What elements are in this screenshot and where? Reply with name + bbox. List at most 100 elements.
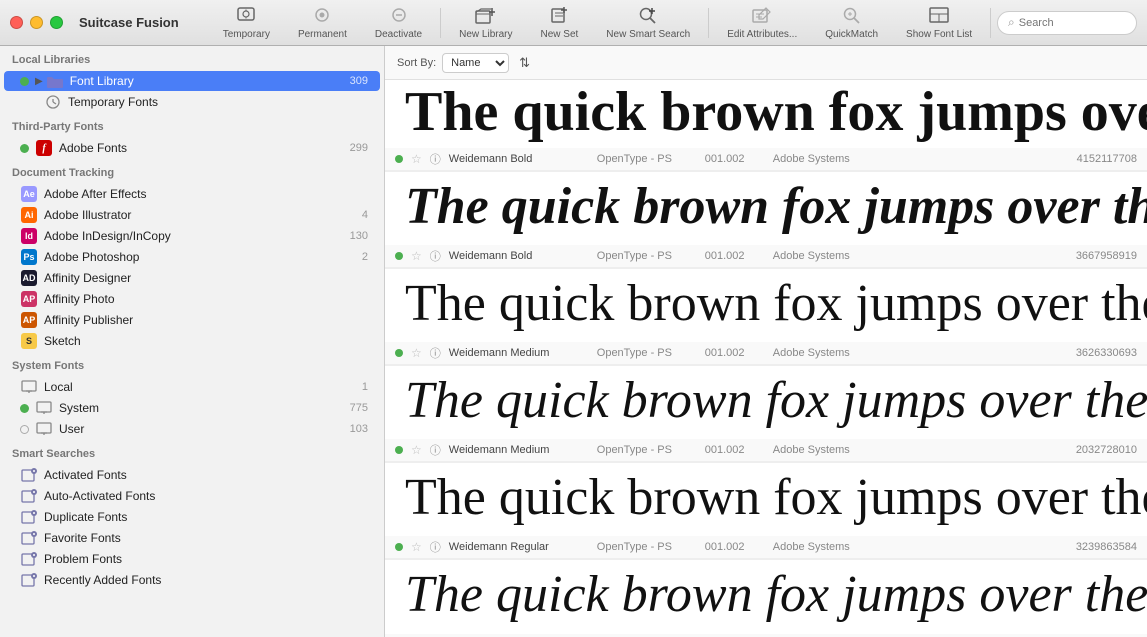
affinity-photo-label: Affinity Photo [44,292,368,306]
font-version-0: 001.002 [705,153,765,165]
local-monitor-icon [20,380,38,394]
font-id-1: 3667958919 [1076,250,1137,262]
title-bar: Suitcase Fusion Temporary Permanent Deac… [0,0,1147,46]
font-library-label: Font Library [70,74,346,88]
sidebar-item-adobe-fonts[interactable]: f Adobe Fonts 299 [4,138,380,158]
sidebar-item-after-effects[interactable]: Ae Adobe After Effects [4,184,380,204]
new-library-icon [475,6,497,27]
sort-order-button[interactable]: ⇅ [515,55,534,71]
sidebar-item-font-library[interactable]: ▶ Font Library 309 [4,71,380,91]
indesign-icon: Id [20,229,38,243]
activated-fonts-label: Activated Fonts [44,468,368,482]
search-input[interactable] [1019,17,1126,29]
affinity-designer-icon: AD [20,271,38,285]
font-status-dot-2 [395,349,403,357]
sidebar-item-affinity-photo[interactable]: AP Affinity Photo [4,289,380,309]
font-id-2: 3626330693 [1076,347,1137,359]
system-label: System [59,401,346,415]
illustrator-label: Adobe Illustrator [44,208,358,222]
sidebar-item-temporary-fonts[interactable]: Temporary Fonts [4,92,380,112]
user-dot-circle [20,425,29,434]
illustrator-icon: Ai [20,208,38,222]
app-title: Suitcase Fusion [79,15,179,30]
font-info-0[interactable]: ⓘ [430,151,441,167]
system-dot [20,404,29,413]
sidebar-item-problem-fonts[interactable]: Problem Fonts [4,549,380,569]
font-meta-row-2: ☆ ⓘ Weidemann Medium OpenType - PS 001.0… [385,342,1147,365]
sidebar-item-illustrator[interactable]: Ai Adobe Illustrator 4 [4,205,380,225]
font-status-dot-3 [395,446,403,454]
indesign-count: 130 [350,230,368,242]
font-star-2[interactable]: ☆ [411,346,422,360]
toolbar-new-set[interactable]: New Set [526,2,592,44]
font-star-4[interactable]: ☆ [411,540,422,554]
indesign-label: Adobe InDesign/InCopy [44,229,346,243]
sidebar-item-duplicate-fonts[interactable]: Duplicate Fonts [4,507,380,527]
toolbar-new-library-label: New Library [459,29,512,40]
font-type-2: OpenType - PS [597,347,697,359]
sidebar-item-activated-fonts[interactable]: Activated Fonts [4,465,380,485]
sort-select[interactable]: Name Family Type Version [442,53,509,73]
affinity-publisher-label: Affinity Publisher [44,313,368,327]
quickmatch-icon [841,6,863,27]
photoshop-count: 2 [362,251,368,263]
toolbar-permanent[interactable]: Permanent [284,2,361,44]
affinity-designer-label: Affinity Designer [44,271,368,285]
toolbar-edit-attributes[interactable]: Edit Attributes... [713,2,811,44]
font-info-2[interactable]: ⓘ [430,345,441,361]
font-entry-5: The quick brown fox jumps over the lazy … [385,560,1147,637]
font-list: The quick brown fox jumps over the lazy … [385,80,1147,637]
search-box[interactable]: ⌕ [997,11,1137,35]
sidebar-item-affinity-publisher[interactable]: AP Affinity Publisher [4,310,380,330]
toolbar-quickmatch-label: QuickMatch [825,29,878,40]
font-name-3: Weidemann Medium [449,444,589,456]
font-star-0[interactable]: ☆ [411,152,422,166]
font-star-3[interactable]: ☆ [411,443,422,457]
font-vendor-4: Adobe Systems [773,541,873,553]
minimize-button[interactable] [30,16,43,29]
toolbar-quickmatch[interactable]: QuickMatch [811,2,892,44]
font-vendor-2: Adobe Systems [773,347,873,359]
local-label: Local [44,380,358,394]
permanent-icon [312,6,332,27]
after-effects-label: Adobe After Effects [44,187,364,201]
sidebar-item-system[interactable]: System 775 [4,398,380,418]
toolbar-temporary[interactable]: Temporary [209,2,284,44]
section-header-system-fonts: System Fonts [0,352,384,376]
sidebar-item-sketch[interactable]: S Sketch [4,331,380,351]
sidebar-item-local[interactable]: Local 1 [4,377,380,397]
sidebar-item-favorite-fonts[interactable]: Favorite Fonts [4,528,380,548]
section-header-smart-searches: Smart Searches [0,440,384,464]
new-smart-search-icon [637,6,659,27]
font-preview-4: The quick brown fox jumps over the lazy … [385,463,1147,536]
problem-fonts-icon [20,552,38,566]
font-name-4: Weidemann Regular [449,541,589,553]
font-type-1: OpenType - PS [597,250,697,262]
font-info-1[interactable]: ⓘ [430,248,441,264]
font-preview-3: The quick brown fox jumps over the lazy … [385,366,1147,439]
user-monitor-icon [35,422,53,436]
font-version-3: 001.002 [705,444,765,456]
toolbar-new-smart-search[interactable]: New Smart Search [592,2,704,44]
sidebar-item-indesign[interactable]: Id Adobe InDesign/InCopy 130 [4,226,380,246]
font-type-0: OpenType - PS [597,153,697,165]
toolbar-new-library[interactable]: New Library [445,2,526,44]
font-info-3[interactable]: ⓘ [430,442,441,458]
maximize-button[interactable] [50,16,63,29]
font-star-1[interactable]: ☆ [411,249,422,263]
toolbar-permanent-label: Permanent [298,29,347,40]
font-info-4[interactable]: ⓘ [430,539,441,555]
sidebar-item-affinity-designer[interactable]: AD Affinity Designer [4,268,380,288]
section-header-doc-tracking: Document Tracking [0,159,384,183]
sidebar-item-user[interactable]: User 103 [4,419,380,439]
toolbar-deactivate[interactable]: Deactivate [361,2,436,44]
adobe-fonts-icon: f [35,141,53,155]
close-button[interactable] [10,16,23,29]
sidebar-item-recently-added[interactable]: Recently Added Fonts [4,570,380,590]
toolbar-show-font-list[interactable]: Show Font List [892,2,986,44]
sidebar-item-photoshop[interactable]: Ps Adobe Photoshop 2 [4,247,380,267]
sidebar-item-auto-activated[interactable]: Auto-Activated Fonts [4,486,380,506]
temporary-icon [236,6,256,27]
local-count: 1 [362,381,368,393]
font-version-1: 001.002 [705,250,765,262]
